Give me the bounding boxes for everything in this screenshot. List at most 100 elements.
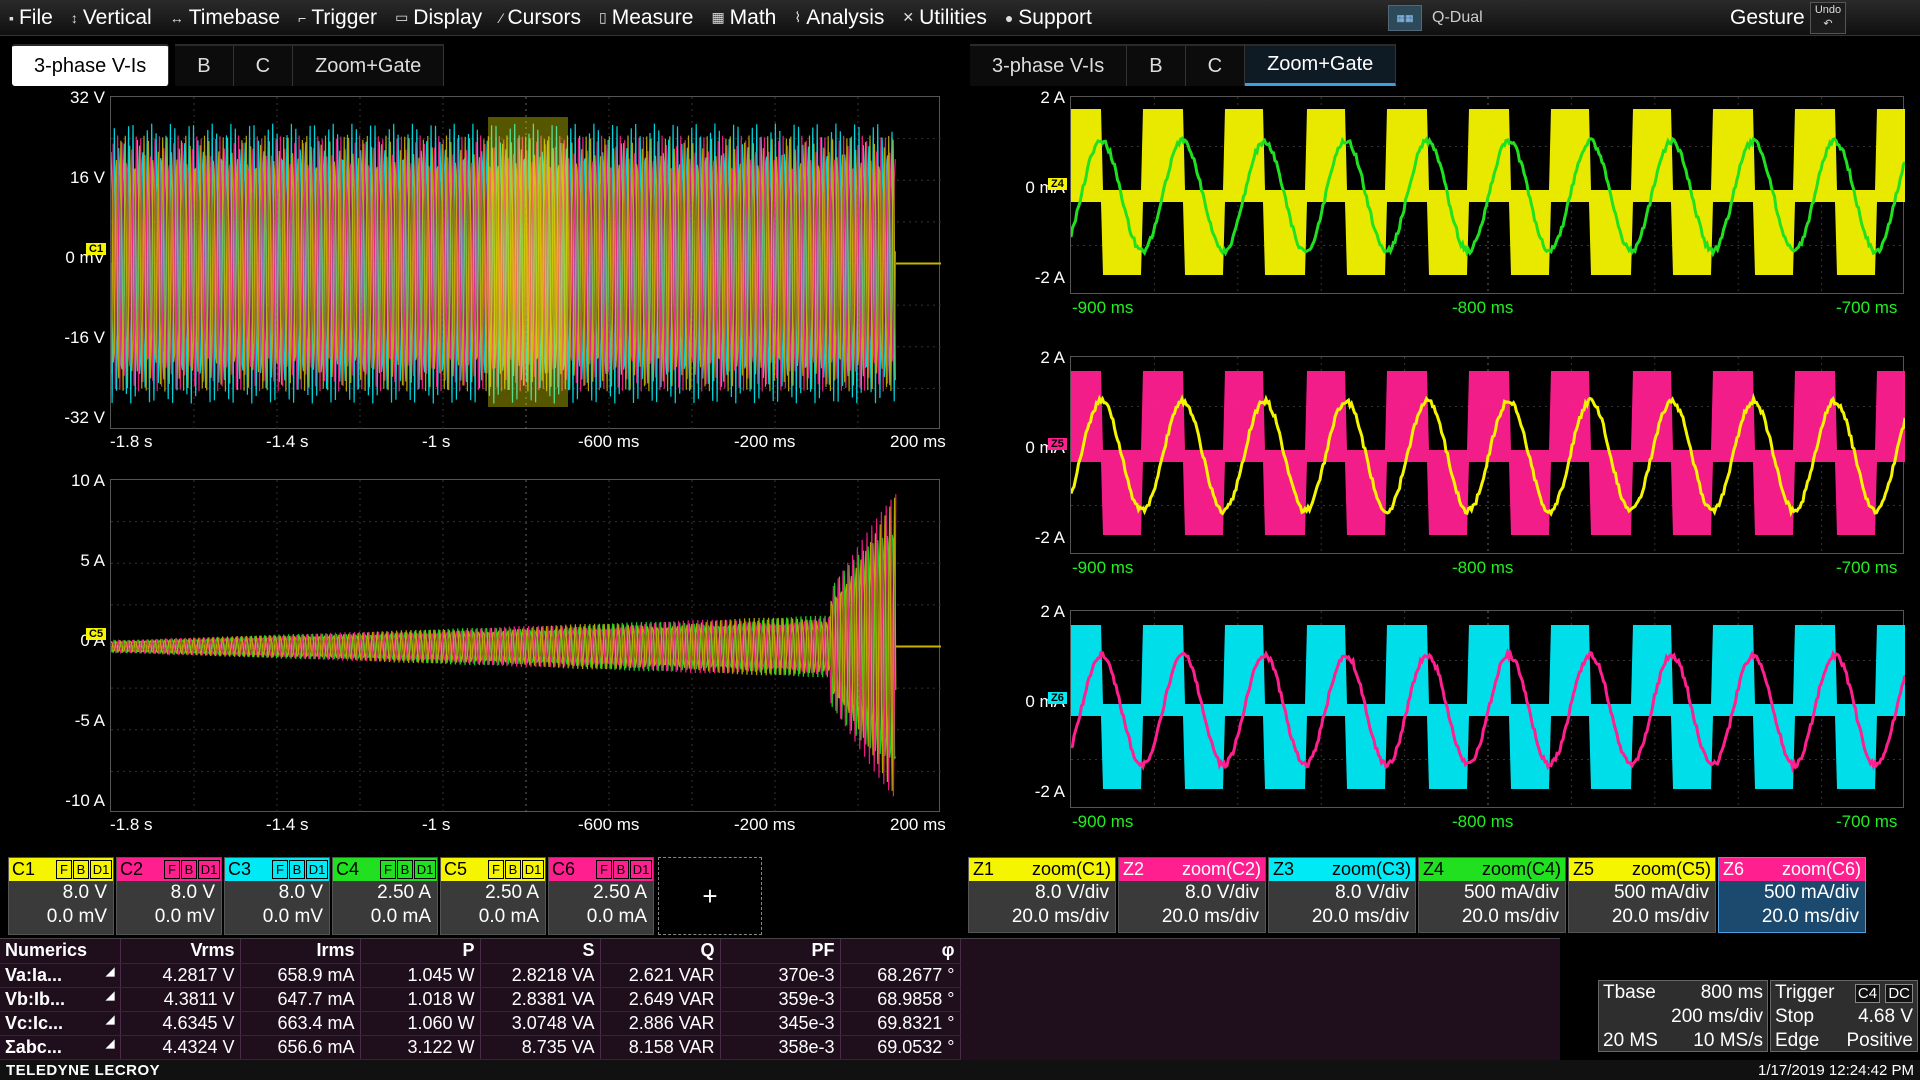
tab-3[interactable]: Zoom+Gate bbox=[1245, 44, 1396, 86]
tab-2[interactable]: C bbox=[1186, 44, 1245, 86]
channel-descriptor-c2[interactable]: C2 F B D1 8.0 V 0.0 mV bbox=[116, 857, 222, 935]
channel-flag: F bbox=[272, 860, 288, 879]
gesture-label[interactable]: Gesture bbox=[1730, 6, 1805, 30]
zoom-time: 20.0 ms/div bbox=[1419, 905, 1565, 929]
zoom-marker[interactable]: Z4 bbox=[1048, 178, 1067, 190]
zoom-grid-z5[interactable] bbox=[1070, 356, 1904, 554]
channel-flag: B bbox=[73, 860, 89, 879]
menu-support[interactable]: ● Support bbox=[996, 0, 1101, 36]
y-axis-label: -16 V bbox=[45, 328, 105, 348]
undo-button[interactable]: Undo ↶ bbox=[1810, 2, 1846, 34]
numerics-row[interactable]: Vb:Ib... ◢ 4.3811 V 647.7 mA 1.018 W 2.8381 V… bbox=[0, 987, 960, 1011]
current-grid[interactable] bbox=[110, 479, 940, 812]
zoom-marker[interactable]: Z6 bbox=[1048, 692, 1067, 704]
channel-descriptor-c5[interactable]: C5 F B D1 2.50 A 0.0 mA bbox=[440, 857, 546, 935]
channel-descriptor-c6[interactable]: C6 F B D1 2.50 A 0.0 mA bbox=[548, 857, 654, 935]
menu-cursors[interactable]: ⁄ Cursors bbox=[491, 0, 590, 36]
menu-timebase[interactable]: ↔ Timebase bbox=[161, 0, 289, 36]
menu-utilities[interactable]: ✕ Utilities bbox=[893, 0, 995, 36]
timebase-delay: 800 ms bbox=[1701, 982, 1763, 1004]
menu-label: Support bbox=[1018, 6, 1092, 30]
zoom-grid-z4[interactable] bbox=[1070, 96, 1904, 294]
x-axis-label: -1.8 s bbox=[110, 815, 153, 835]
zoom-grid-z6[interactable] bbox=[1070, 610, 1904, 808]
numerics-cell: 1.045 W bbox=[360, 963, 480, 987]
x-axis-label: 200 ms bbox=[890, 815, 946, 835]
channel-flag: B bbox=[613, 860, 629, 879]
zoom-header: Z2 zoom(C2) bbox=[1119, 858, 1265, 881]
y-axis-label: -5 A bbox=[45, 711, 105, 731]
q-dual-indicator[interactable]: ▦▦ Q-Dual bbox=[1388, 2, 1508, 34]
y-axis-label: -32 V bbox=[45, 408, 105, 428]
numerics-row-name: Vb:Ib... ◢ bbox=[0, 987, 120, 1011]
zoom-descriptor-z4[interactable]: Z4 zoom(C4) 500 mA/div 20.0 ms/div bbox=[1418, 857, 1566, 933]
trigger-level: 4.68 V bbox=[1858, 1006, 1913, 1028]
channel-name: C5 bbox=[444, 859, 467, 880]
zoom-header: Z4 zoom(C4) bbox=[1419, 858, 1565, 881]
c5-marker[interactable]: C5 bbox=[86, 628, 106, 640]
menu-display[interactable]: ▭ Display bbox=[386, 0, 491, 36]
numerics-table[interactable]: Numerics Vrms Irms P S Q PF φ Va:Ia... ◢ 4.2817 V6… bbox=[0, 938, 1560, 1060]
zoom-source: zoom(C2) bbox=[1182, 859, 1261, 880]
tab-3[interactable]: Zoom+Gate bbox=[293, 44, 444, 86]
trigger-descriptor[interactable]: Trigger C4 DC Stop 4.68 V Edge Positive bbox=[1770, 980, 1918, 1052]
zoom-x-axis-label: -900 ms bbox=[1072, 558, 1133, 578]
voltage-grid[interactable] bbox=[110, 96, 940, 429]
zoom-descriptor-z5[interactable]: Z5 zoom(C5) 500 mA/div 20.0 ms/div bbox=[1568, 857, 1716, 933]
zoom-marker[interactable]: Z5 bbox=[1048, 438, 1067, 450]
numerics-row[interactable]: Va:Ia... ◢ 4.2817 V 658.9 mA 1.045 W 2.8218 V… bbox=[0, 963, 960, 987]
menu-vertical[interactable]: ↕ Vertical bbox=[62, 0, 161, 36]
menu-trigger[interactable]: ⌐ Trigger bbox=[289, 0, 386, 36]
menu-math[interactable]: ▦ Math bbox=[702, 0, 785, 36]
channel-flag: D1 bbox=[198, 860, 220, 879]
menu-analysis[interactable]: ⌇ Analysis bbox=[785, 0, 893, 36]
numerics-row[interactable]: Σabc... ◢ 4.4324 V 656.6 mA 3.122 W 8.735 VA 8… bbox=[0, 1035, 960, 1059]
numerics-column-header: Irms bbox=[240, 939, 360, 963]
trigger-label: Trigger bbox=[1775, 982, 1834, 1004]
numerics-cell: 370e-3 bbox=[720, 963, 840, 987]
tab-0[interactable]: 3-phase V-Is bbox=[12, 44, 169, 86]
zoom-time: 20.0 ms/div bbox=[1269, 905, 1415, 929]
add-channel-button[interactable]: + bbox=[658, 857, 762, 935]
zoom-descriptor-z1[interactable]: Z1 zoom(C1) 8.0 V/div 20.0 ms/div bbox=[968, 857, 1116, 933]
zoom-descriptor-z3[interactable]: Z3 zoom(C3) 8.0 V/div 20.0 ms/div bbox=[1268, 857, 1416, 933]
channel-scale: 8.0 V bbox=[9, 881, 113, 905]
channel-name: C6 bbox=[552, 859, 575, 880]
numerics-cell: 8.735 VA bbox=[480, 1035, 600, 1059]
menu-file[interactable]: ▪ File bbox=[0, 0, 62, 36]
numerics-cell: 2.8381 VA bbox=[480, 987, 600, 1011]
vertical-icon: ↕ bbox=[71, 10, 78, 26]
tab-1[interactable]: B bbox=[1127, 44, 1185, 86]
timebase-descriptor[interactable]: Tbase 800 ms 200 ms/div 20 MS 10 MS/s bbox=[1598, 980, 1768, 1052]
numerics-row[interactable]: Vc:Ic... ◢ 4.6345 V 663.4 mA 1.060 W 3.0748 V… bbox=[0, 1011, 960, 1035]
channel-flag: F bbox=[380, 860, 396, 879]
zoom-time: 20.0 ms/div bbox=[1119, 905, 1265, 929]
zoom-square-trace bbox=[1071, 109, 1905, 275]
channel-flags: F B D1 bbox=[272, 860, 329, 879]
numerics-cell: 2.621 VAR bbox=[600, 963, 720, 987]
zoom-name: Z5 bbox=[1573, 859, 1594, 880]
y-axis-label: -2 A bbox=[1005, 268, 1065, 288]
channel-descriptor-c4[interactable]: C4 F B D1 2.50 A 0.0 mA bbox=[332, 857, 438, 935]
y-axis-label: 2 A bbox=[1005, 602, 1065, 622]
zoom-descriptor-z2[interactable]: Z2 zoom(C2) 8.0 V/div 20.0 ms/div bbox=[1118, 857, 1266, 933]
menu-label: File bbox=[19, 6, 53, 30]
tab-2[interactable]: C bbox=[234, 44, 293, 86]
channel-descriptor-c3[interactable]: C3 F B D1 8.0 V 0.0 mV bbox=[224, 857, 330, 935]
channel-flag: B bbox=[289, 860, 305, 879]
status-footer: TELEDYNE LECROY 1/17/2019 12:24:42 PM bbox=[0, 1060, 1920, 1080]
channel-flags: F B D1 bbox=[56, 860, 113, 879]
menu-measure[interactable]: ▯ Measure bbox=[590, 0, 702, 36]
zoom-descriptor-z6[interactable]: Z6 zoom(C6) 500 mA/div 20.0 ms/div bbox=[1718, 857, 1866, 933]
numerics-column-header: Vrms bbox=[120, 939, 240, 963]
zoom-source: zoom(C4) bbox=[1482, 859, 1561, 880]
y-axis-label: 2 A bbox=[1005, 348, 1065, 368]
tab-0[interactable]: 3-phase V-Is bbox=[970, 44, 1127, 86]
file-icon: ▪ bbox=[9, 10, 14, 26]
channel-descriptor-c1[interactable]: C1 F B D1 8.0 V 0.0 mV bbox=[8, 857, 114, 935]
c1-marker[interactable]: C1 bbox=[86, 243, 106, 255]
y-axis-label: 5 A bbox=[45, 551, 105, 571]
tab-1[interactable]: B bbox=[175, 44, 233, 86]
menu-label: Utilities bbox=[919, 6, 987, 30]
channel-flags: F B D1 bbox=[164, 860, 221, 879]
